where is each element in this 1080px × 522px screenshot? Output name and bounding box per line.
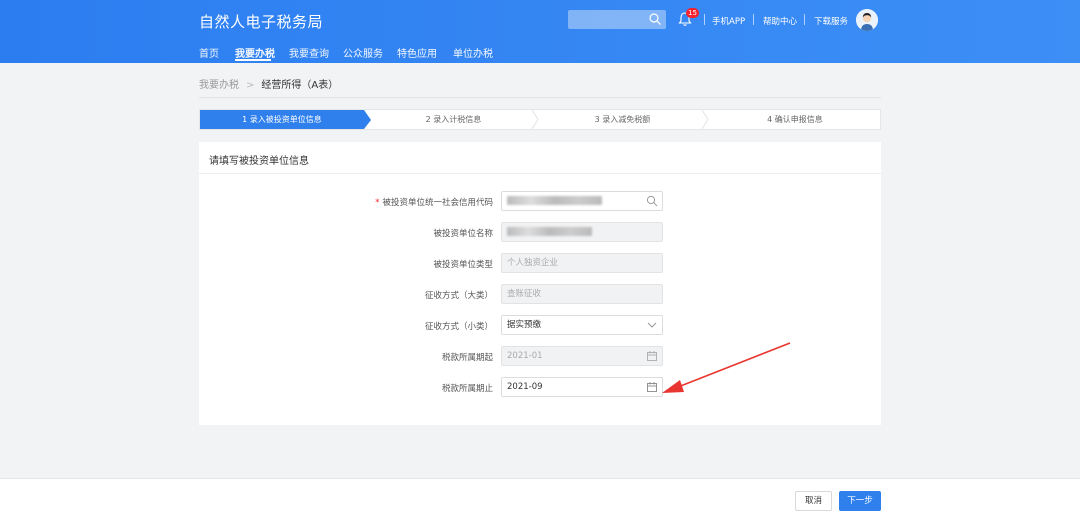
mobile-app-link[interactable]: 手机APP xyxy=(712,15,745,27)
redacted-value xyxy=(507,227,592,236)
divider xyxy=(704,14,705,25)
step-separator xyxy=(531,110,539,129)
required-mark: * xyxy=(375,198,380,208)
credit-code-field[interactable] xyxy=(501,191,663,211)
footer-bar xyxy=(0,478,1080,522)
unit-type-label: 被投资单位类型 xyxy=(433,260,493,270)
levy-major-field: 查账征收 xyxy=(501,284,663,304)
step-4: 4 确认申报信息 xyxy=(767,115,823,124)
divider xyxy=(199,97,881,98)
step-separator xyxy=(701,110,709,129)
search-icon[interactable] xyxy=(648,12,662,26)
download-service-link[interactable]: 下载服务 xyxy=(814,15,848,27)
chevron-down-icon[interactable] xyxy=(646,319,658,331)
breadcrumb-current: 经营所得（A表） xyxy=(261,80,339,91)
breadcrumb-parent[interactable]: 我要办税 xyxy=(199,80,239,91)
next-step-button[interactable]: 下一步 xyxy=(839,491,881,511)
divider xyxy=(804,14,805,25)
levy-minor-value: 据实预缴 xyxy=(507,320,542,330)
nav-featured-apps[interactable]: 特色应用 xyxy=(397,45,437,60)
step-progress: 1 录入被投资单位信息 2 录入计税信息 3 录入减免税额 4 确认申报信息 xyxy=(199,109,881,130)
calendar-icon[interactable] xyxy=(646,381,658,393)
app-title[interactable]: 自然人电子税务局 xyxy=(199,11,323,32)
user-avatar-icon xyxy=(856,9,878,31)
levy-major-label: 征收方式（大类） xyxy=(424,291,493,301)
step-3: 3 录入减免税额 xyxy=(594,115,651,124)
levy-minor-label: 征收方式（小类） xyxy=(424,322,493,332)
search-input[interactable] xyxy=(568,10,666,29)
nav-query[interactable]: 我要查询 xyxy=(289,45,329,60)
period-end-label: 税款所属期止 xyxy=(441,384,493,394)
nav-active-indicator xyxy=(235,59,271,61)
top-header: 自然人电子税务局 15 手机APP 帮助中心 下载服务 首页 我要办税 我要查询… xyxy=(0,0,1080,63)
step-1: 1 录入被投资单位信息 xyxy=(200,110,364,129)
nav-home[interactable]: 首页 xyxy=(199,45,219,60)
period-start-field: 2021-01 xyxy=(501,346,663,366)
redacted-value xyxy=(507,196,602,205)
divider xyxy=(199,173,881,174)
unit-name-field xyxy=(501,222,663,242)
period-end-field[interactable]: 2021-09 xyxy=(501,377,663,397)
unit-type-field: 个人独资企业 xyxy=(501,253,663,273)
divider xyxy=(753,14,754,25)
period-start-value: 2021-01 xyxy=(507,351,543,361)
levy-minor-select[interactable]: 据实预缴 xyxy=(501,315,663,335)
chevron-right-icon: > xyxy=(246,80,255,91)
nav-tax-handling[interactable]: 我要办税 xyxy=(235,45,275,60)
step-2: 2 录入计税信息 xyxy=(425,115,482,124)
avatar[interactable] xyxy=(856,9,878,31)
period-end-value: 2021-09 xyxy=(507,382,543,392)
calendar-icon xyxy=(647,351,657,361)
breadcrumb: 我要办税 > 经营所得（A表） xyxy=(199,76,338,91)
nav-public-service[interactable]: 公众服务 xyxy=(343,45,383,60)
notification-badge: 15 xyxy=(686,8,699,18)
help-center-link[interactable]: 帮助中心 xyxy=(763,15,797,27)
search-icon[interactable] xyxy=(646,195,658,207)
credit-code-label: * 被投资单位统一社会信用代码 xyxy=(375,198,493,208)
cancel-button[interactable]: 取消 xyxy=(795,491,832,511)
period-start-label: 税款所属期起 xyxy=(441,353,493,363)
step-arrow xyxy=(364,110,371,129)
panel-title: 请填写被投资单位信息 xyxy=(209,156,309,167)
unit-name-label: 被投资单位名称 xyxy=(433,229,493,239)
nav-unit-tax[interactable]: 单位办税 xyxy=(453,45,493,60)
